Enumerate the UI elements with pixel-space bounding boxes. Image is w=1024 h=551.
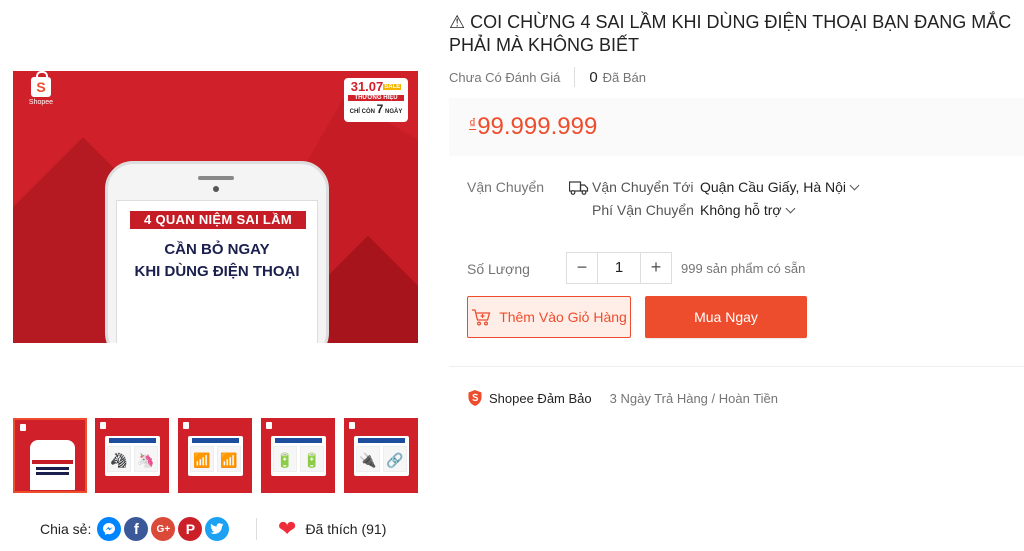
wifi-icon: 📶 — [217, 446, 241, 472]
thumbnail-4[interactable]: 🔋 🔋 — [261, 418, 335, 493]
pinterest-icon[interactable]: P — [178, 517, 203, 541]
phone-illustration: 4 QUAN NIỆM SAI LẦM CẦN BỎ NGAY KHI DÙNG… — [105, 161, 329, 343]
currency-symbol: ₫ — [469, 115, 477, 131]
shipping-fee-select[interactable]: Không hỗ trợ — [700, 202, 796, 218]
product-meta: Chưa Có Đánh Giá 0 Đã Bán — [449, 67, 646, 87]
wifi-icon: 📶 — [190, 446, 214, 472]
image-headline-1: 4 QUAN NIỆM SAI LẦM — [130, 211, 306, 229]
quantity-input[interactable]: 1 — [597, 253, 641, 283]
thumbnail-2[interactable]: 🦓 🦄 — [95, 418, 169, 493]
price-value: 99.999.999 — [477, 113, 598, 140]
sold-label: Đã Bán — [602, 69, 647, 85]
quantity-decrease-button[interactable]: − — [567, 253, 597, 283]
share-bar: Chia sẻ: f G+ P — [40, 516, 232, 542]
thumbnail-1[interactable] — [13, 418, 87, 493]
buy-now-button[interactable]: Mua Ngay — [645, 296, 807, 338]
guarantee-detail: 3 Ngày Trả Hàng / Hoàn Tiền — [609, 390, 778, 406]
shipping-to-label: Vận Chuyển Tới — [592, 179, 694, 195]
image-headline-3: KHI DÙNG ĐIỆN THOẠI — [134, 263, 300, 280]
unicorn-icon: 🦄 — [134, 446, 158, 472]
thumbnail-strip: 🦓 🦄 📶 📶 🔋 🔋 🔌 🔗 — [13, 418, 418, 493]
shipping-fee-label: Phí Vận Chuyển — [592, 202, 694, 218]
heart-icon: ❤ — [278, 516, 297, 541]
shopee-guarantee[interactable]: Shopee Đảm Bảo 3 Ngày Trả Hàng / Hoàn Ti… — [467, 389, 778, 407]
price-box: ₫ 99.999.999 — [449, 98, 1024, 156]
zebra-icon: 🦓 — [107, 446, 131, 472]
facebook-icon[interactable]: f — [124, 517, 149, 541]
thumbnail-3[interactable]: 📶 📶 — [178, 418, 252, 493]
thumbnail-5[interactable]: 🔌 🔗 — [344, 418, 418, 493]
add-to-cart-button[interactable]: Thêm Vào Giỏ Hàng — [467, 296, 631, 338]
truck-icon — [569, 181, 589, 195]
stock-text: 999 sản phẩm có sẵn — [681, 261, 806, 276]
chevron-down-icon — [849, 180, 860, 191]
cable-icon: 🔗 — [383, 446, 407, 472]
image-headline-2: CẦN BỎ NGAY — [164, 241, 270, 258]
twitter-icon[interactable] — [205, 517, 230, 541]
like-button[interactable]: ❤ Đã thích (91) — [278, 516, 386, 542]
quantity-increase-button[interactable]: + — [641, 253, 671, 283]
messenger-icon[interactable] — [97, 517, 122, 541]
guarantee-title: Shopee Đảm Bảo — [489, 390, 592, 406]
chevron-down-icon — [785, 203, 796, 214]
quantity-stepper: − 1 + — [566, 252, 672, 284]
sale-badge: 31.07SALE THƯƠNG HIỆU CHỈ CÒN 7 NGÀY — [344, 78, 408, 122]
like-count: Đã thích (91) — [305, 521, 387, 537]
rating-text: Chưa Có Đánh Giá — [449, 69, 561, 85]
charger-icon: 🔌 — [356, 446, 380, 472]
shopee-logo: S Shopee — [28, 71, 54, 106]
shipping-to-select[interactable]: Quận Cầu Giấy, Hà Nội — [700, 179, 860, 195]
battery-low-icon: 🔋 — [273, 446, 297, 472]
google-plus-icon[interactable]: G+ — [151, 517, 176, 541]
shipping-label: Vận Chuyển — [467, 179, 545, 195]
price: ₫ 99.999.999 — [469, 113, 597, 141]
product-title: ⚠ COI CHỪNG 4 SAI LẦM KHI DÙNG ĐIỆN THOẠ… — [449, 12, 1012, 55]
share-label: Chia sẻ: — [40, 521, 92, 537]
product-main-image[interactable]: S Shopee 31.07SALE THƯƠNG HIỆU CHỈ CÒN 7… — [13, 71, 418, 343]
cart-icon — [472, 309, 491, 326]
shield-icon — [468, 390, 482, 406]
quantity-label: Số Lượng — [467, 261, 530, 277]
sold-count: 0 — [589, 68, 598, 86]
battery-full-icon: 🔋 — [300, 446, 324, 472]
